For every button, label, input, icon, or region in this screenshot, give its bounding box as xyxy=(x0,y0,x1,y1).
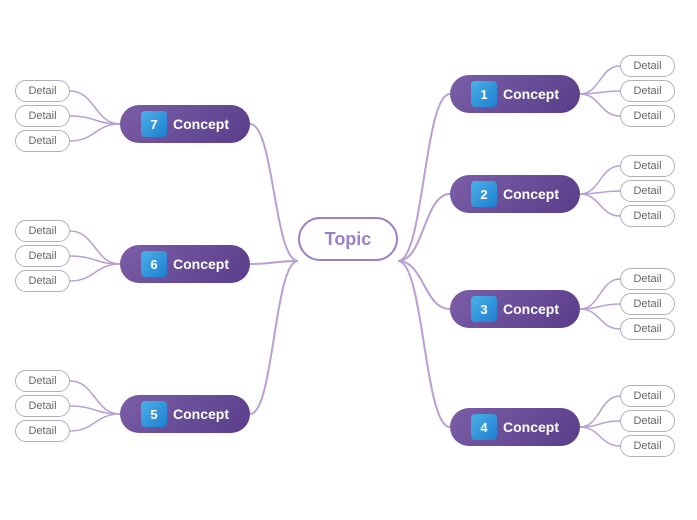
concept-badge-2: 2 xyxy=(471,181,497,207)
concept-label-5: Concept xyxy=(173,406,229,422)
concept-label-3: Concept xyxy=(503,301,559,317)
topic-label: Topic xyxy=(325,229,372,250)
concept-label-7: Concept xyxy=(173,116,229,132)
detail-node-concept-7-2: Detail xyxy=(15,130,70,152)
concept-badge-4: 4 xyxy=(471,414,497,440)
concept-node-6: 6 Concept xyxy=(120,245,250,283)
concept-badge-7: 7 xyxy=(141,111,167,137)
detail-node-concept-5-1: Detail xyxy=(15,395,70,417)
concept-node-4: 4 Concept xyxy=(450,408,580,446)
concept-label-6: Concept xyxy=(173,256,229,272)
detail-node-concept-3-2: Detail xyxy=(620,318,675,340)
concept-node-1: 1 Concept xyxy=(450,75,580,113)
concept-label-4: Concept xyxy=(503,419,559,435)
topic-node: Topic xyxy=(298,217,398,261)
detail-node-concept-4-0: Detail xyxy=(620,385,675,407)
detail-node-concept-5-0: Detail xyxy=(15,370,70,392)
detail-node-concept-3-0: Detail xyxy=(620,268,675,290)
detail-node-concept-1-1: Detail xyxy=(620,80,675,102)
concept-badge-6: 6 xyxy=(141,251,167,277)
detail-node-concept-7-0: Detail xyxy=(15,80,70,102)
detail-node-concept-1-2: Detail xyxy=(620,105,675,127)
concept-node-3: 3 Concept xyxy=(450,290,580,328)
detail-node-concept-2-0: Detail xyxy=(620,155,675,177)
concept-badge-5: 5 xyxy=(141,401,167,427)
detail-node-concept-6-0: Detail xyxy=(15,220,70,242)
detail-node-concept-2-2: Detail xyxy=(620,205,675,227)
detail-node-concept-2-1: Detail xyxy=(620,180,675,202)
detail-node-concept-5-2: Detail xyxy=(15,420,70,442)
concept-node-5: 5 Concept xyxy=(120,395,250,433)
detail-node-concept-3-1: Detail xyxy=(620,293,675,315)
detail-node-concept-4-2: Detail xyxy=(620,435,675,457)
detail-node-concept-7-1: Detail xyxy=(15,105,70,127)
concept-node-7: 7 Concept xyxy=(120,105,250,143)
detail-node-concept-4-1: Detail xyxy=(620,410,675,432)
concept-node-2: 2 Concept xyxy=(450,175,580,213)
concept-badge-1: 1 xyxy=(471,81,497,107)
concept-badge-3: 3 xyxy=(471,296,497,322)
detail-node-concept-6-1: Detail xyxy=(15,245,70,267)
detail-node-concept-6-2: Detail xyxy=(15,270,70,292)
concept-label-2: Concept xyxy=(503,186,559,202)
detail-node-concept-1-0: Detail xyxy=(620,55,675,77)
concept-label-1: Concept xyxy=(503,86,559,102)
